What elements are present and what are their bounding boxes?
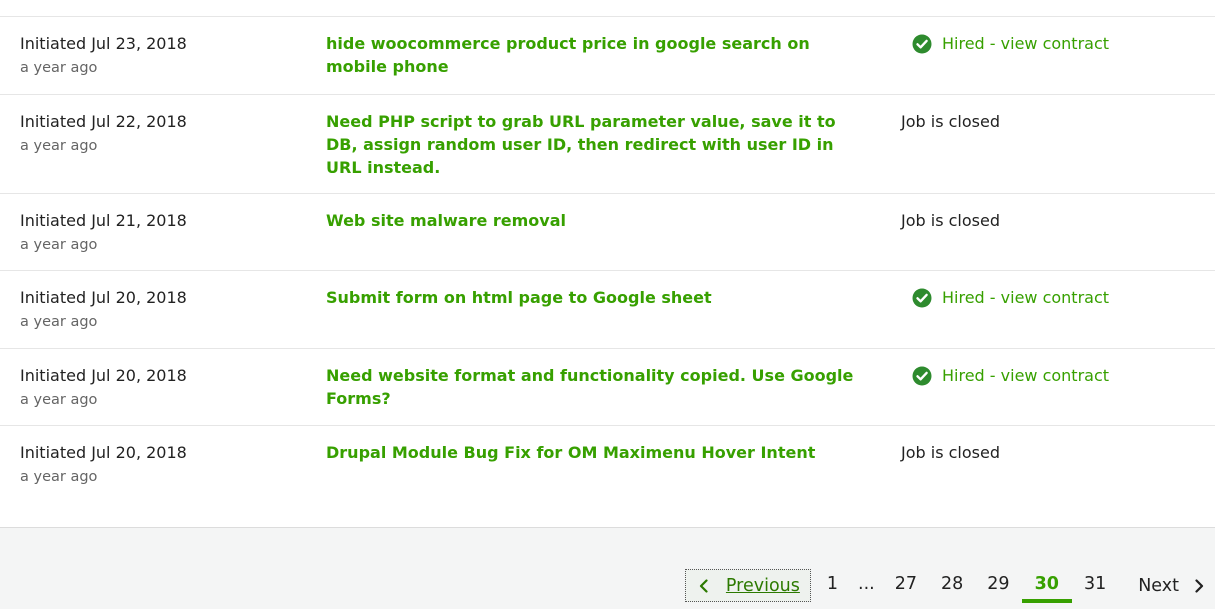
page-link-1[interactable]: 1 — [815, 568, 850, 603]
relative-time: a year ago — [20, 314, 98, 330]
relative-time: a year ago — [20, 392, 98, 408]
relative-time: a year ago — [20, 469, 98, 485]
relative-time: a year ago — [20, 237, 98, 253]
hired-view-contract-link[interactable]: Hired - view contract — [912, 364, 1109, 387]
hired-view-contract-link[interactable]: Hired - view contract — [912, 286, 1109, 309]
chevron-right-icon — [1195, 578, 1204, 593]
job-status: Job is closed — [901, 112, 1000, 131]
check-circle-icon — [912, 366, 932, 386]
job-title-link[interactable]: hide woocommerce product price in google… — [326, 32, 871, 78]
table-row: Initiated Jul 20, 2018 a year ago Submit… — [0, 271, 1215, 349]
initiated-date: Initiated Jul 23, 2018 — [20, 34, 187, 53]
initiated-date: Initiated Jul 20, 2018 — [20, 288, 187, 307]
pagination-footer: Previous 1 ... 27 28 29 30 31 Next — [0, 527, 1215, 609]
hired-label: Hired - view contract — [942, 34, 1110, 53]
job-status: Job is closed — [901, 211, 1000, 230]
hired-view-contract-link[interactable]: Hired - view contract — [912, 32, 1109, 55]
relative-time: a year ago — [20, 138, 98, 154]
hired-label: Hired - view contract — [942, 366, 1110, 385]
page-link-31[interactable]: 31 — [1072, 568, 1118, 603]
initiated-date: Initiated Jul 22, 2018 — [20, 112, 187, 131]
previous-page-button[interactable]: Previous — [684, 569, 811, 602]
table-row: Initiated Jul 20, 2018 a year ago Need w… — [0, 349, 1215, 426]
page-link-30-current[interactable]: 30 — [1021, 568, 1072, 603]
job-title-link[interactable]: Submit form on html page to Google sheet — [326, 286, 871, 309]
chevron-left-icon — [699, 578, 708, 593]
table-row: Initiated Jul 22, 2018 a year ago Need P… — [0, 95, 1215, 194]
check-circle-icon — [912, 288, 932, 308]
page-link-29[interactable]: 29 — [975, 568, 1021, 603]
job-title-link[interactable]: Drupal Module Bug Fix for OM Maximenu Ho… — [326, 441, 871, 464]
initiated-date: Initiated Jul 20, 2018 — [20, 443, 187, 462]
table-row: Initiated Jul 23, 2018 a year ago hide w… — [0, 17, 1215, 95]
next-page-button[interactable]: Next — [1118, 576, 1215, 596]
page-ellipsis: ... — [858, 574, 875, 594]
job-title-link[interactable]: Need PHP script to grab URL parameter va… — [326, 110, 871, 179]
job-title-link[interactable]: Web site malware removal — [326, 209, 871, 232]
previous-label: Previous — [725, 575, 800, 596]
relative-time: a year ago — [20, 60, 98, 76]
job-title-link[interactable]: Need website format and functionality co… — [326, 364, 871, 410]
job-history-list: Initiated Jul 23, 2018 a year ago hide w… — [0, 0, 1215, 527]
table-row: Initiated Jul 20, 2018 a year ago Drupal… — [0, 426, 1215, 526]
page-link-28[interactable]: 28 — [929, 568, 975, 603]
table-row: Initiated Jul 21, 2018 a year ago Web si… — [0, 194, 1215, 271]
job-status: Job is closed — [901, 443, 1000, 462]
page-link-27[interactable]: 27 — [883, 568, 929, 603]
pagination: Previous 1 ... 27 28 29 30 31 Next — [684, 568, 1215, 603]
hired-label: Hired - view contract — [942, 288, 1110, 307]
next-label: Next — [1138, 575, 1179, 596]
check-circle-icon — [912, 34, 932, 54]
initiated-date: Initiated Jul 20, 2018 — [20, 366, 187, 385]
initiated-date: Initiated Jul 21, 2018 — [20, 211, 187, 230]
